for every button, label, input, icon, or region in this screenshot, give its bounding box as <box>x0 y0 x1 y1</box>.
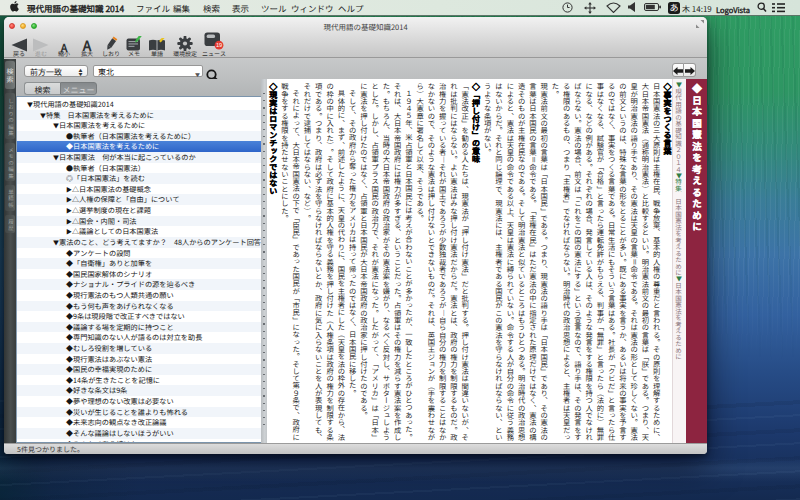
svg-text:19: 19 <box>216 42 222 48</box>
